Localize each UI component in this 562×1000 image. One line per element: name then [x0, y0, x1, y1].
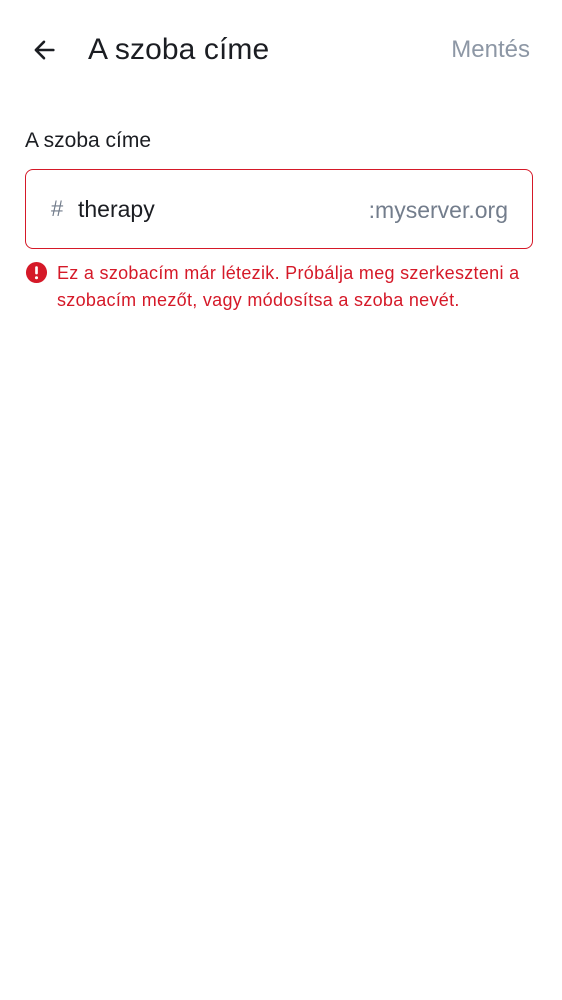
arrow-left-icon	[34, 40, 55, 60]
error-text: Ez a szobacím már létezik. Próbálja meg …	[57, 263, 520, 310]
hash-prefix: #	[51, 196, 64, 221]
field-label: A szoba címe	[25, 129, 152, 152]
room-address-field[interactable]: # :myserver.org	[25, 169, 533, 249]
back-button[interactable]	[22, 28, 66, 72]
top-app-bar: A szoba címe Mentés	[0, 0, 562, 100]
page-title: A szoba címe	[88, 33, 270, 66]
save-button[interactable]: Mentés	[451, 35, 530, 65]
error-icon	[25, 261, 48, 284]
room-alias-input[interactable]	[78, 190, 338, 228]
server-suffix: :myserver.org	[368, 197, 508, 223]
